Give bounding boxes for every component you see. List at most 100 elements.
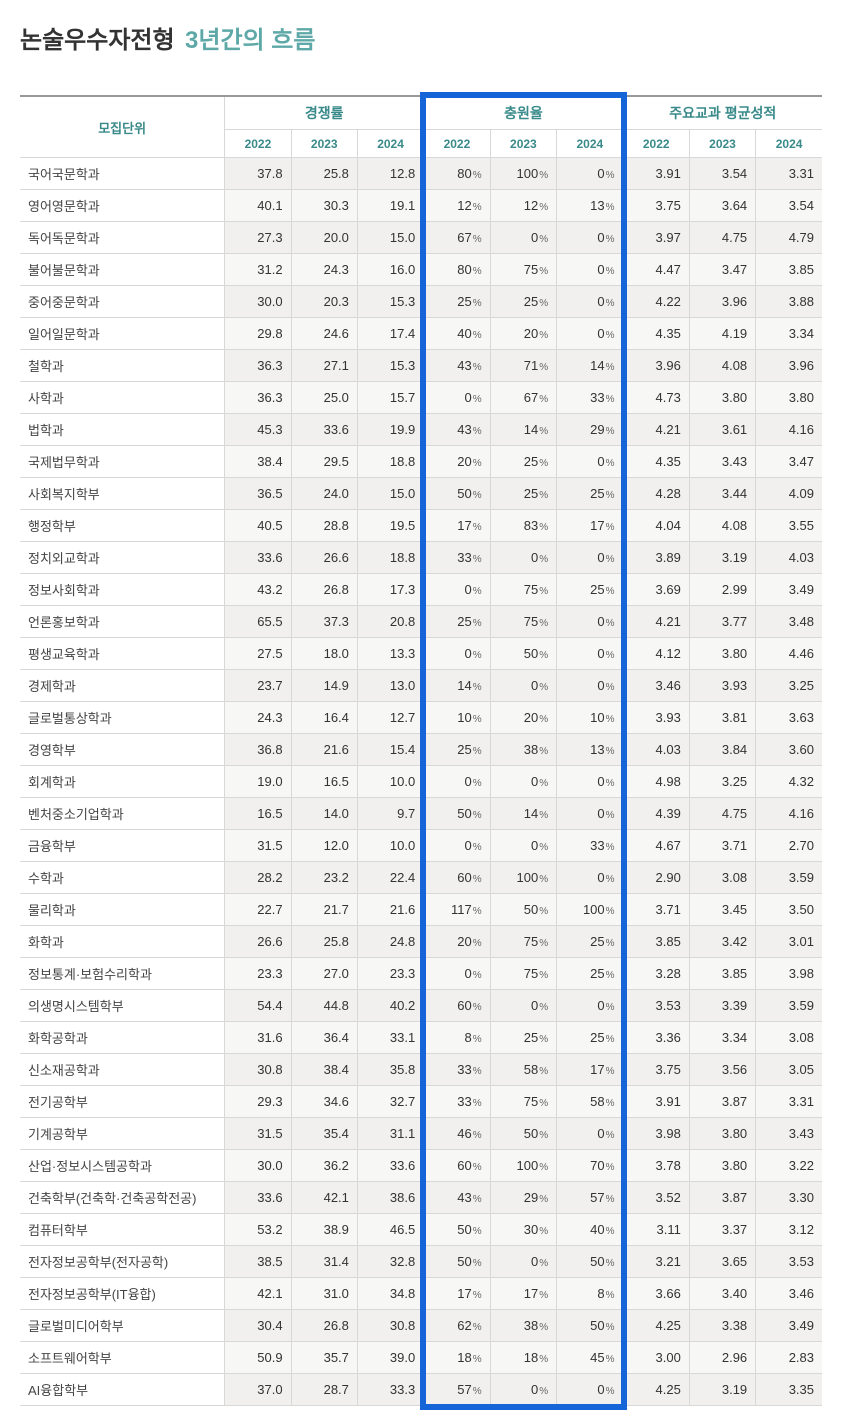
cell-fillrate: 58%	[490, 1054, 556, 1086]
cell-score: 3.40	[689, 1278, 755, 1310]
cell-competition: 25.8	[291, 926, 357, 958]
header-fill-2024: 2024	[557, 130, 623, 158]
cell-score: 3.87	[689, 1182, 755, 1214]
cell-fillrate: 25%	[490, 446, 556, 478]
cell-competition: 10.0	[357, 766, 423, 798]
cell-competition: 16.5	[225, 798, 291, 830]
cell-competition: 42.1	[225, 1278, 291, 1310]
cell-fillrate: 0%	[424, 638, 490, 670]
cell-score: 4.32	[756, 766, 822, 798]
cell-competition: 29.3	[225, 1086, 291, 1118]
cell-competition: 30.4	[225, 1310, 291, 1342]
cell-fillrate: 0%	[490, 766, 556, 798]
cell-fillrate: 80%	[424, 254, 490, 286]
cell-competition: 25.0	[291, 382, 357, 414]
cell-score: 3.34	[756, 318, 822, 350]
cell-score: 2.99	[689, 574, 755, 606]
cell-score: 3.71	[689, 830, 755, 862]
cell-score: 3.47	[689, 254, 755, 286]
table-row: 철학과36.327.115.343%71%14%3.964.083.96	[20, 350, 822, 382]
cell-score: 3.96	[623, 350, 689, 382]
cell-dept: 언론홍보학과	[20, 606, 225, 638]
cell-competition: 24.3	[225, 702, 291, 734]
cell-score: 3.43	[689, 446, 755, 478]
cell-dept: 회계학과	[20, 766, 225, 798]
table-row: 행정학부40.528.819.517%83%17%4.044.083.55	[20, 510, 822, 542]
cell-competition: 13.0	[357, 670, 423, 702]
cell-fillrate: 50%	[424, 798, 490, 830]
cell-fillrate: 43%	[424, 414, 490, 446]
table-row: 전자정보공학부(IT융합)42.131.034.817%17%8%3.663.4…	[20, 1278, 822, 1310]
cell-competition: 23.2	[291, 862, 357, 894]
cell-score: 3.35	[756, 1374, 822, 1406]
table-row: 글로벌미디어학부30.426.830.862%38%50%4.253.383.4…	[20, 1310, 822, 1342]
table-row: 회계학과19.016.510.00%0%0%4.983.254.32	[20, 766, 822, 798]
cell-dept: 전자정보공학부(전자공학)	[20, 1246, 225, 1278]
cell-score: 3.50	[756, 894, 822, 926]
cell-competition: 26.8	[291, 574, 357, 606]
table-row: 화학과26.625.824.820%75%25%3.853.423.01	[20, 926, 822, 958]
cell-competition: 24.6	[291, 318, 357, 350]
header-dept: 모집단위	[20, 96, 225, 158]
cell-fillrate: 20%	[424, 926, 490, 958]
cell-fillrate: 75%	[490, 926, 556, 958]
table-row: 글로벌통상학과24.316.412.710%20%10%3.933.813.63	[20, 702, 822, 734]
cell-fillrate: 33%	[424, 1086, 490, 1118]
cell-competition: 19.5	[357, 510, 423, 542]
cell-fillrate: 25%	[490, 1022, 556, 1054]
cell-fillrate: 50%	[490, 1118, 556, 1150]
cell-competition: 17.3	[357, 574, 423, 606]
cell-fillrate: 0%	[424, 958, 490, 990]
cell-fillrate: 75%	[490, 254, 556, 286]
cell-competition: 26.6	[291, 542, 357, 574]
cell-score: 3.80	[689, 638, 755, 670]
cell-fillrate: 100%	[557, 894, 623, 926]
cell-fillrate: 117%	[424, 894, 490, 926]
header-competition: 경쟁률	[225, 96, 424, 130]
cell-score: 3.63	[756, 702, 822, 734]
cell-dept: 기계공학부	[20, 1118, 225, 1150]
cell-competition: 12.8	[357, 158, 423, 190]
cell-score: 3.36	[623, 1022, 689, 1054]
cell-score: 2.70	[756, 830, 822, 862]
cell-competition: 40.1	[225, 190, 291, 222]
cell-fillrate: 0%	[557, 318, 623, 350]
cell-score: 4.79	[756, 222, 822, 254]
cell-fillrate: 50%	[424, 1214, 490, 1246]
cell-competition: 12.0	[291, 830, 357, 862]
cell-score: 3.42	[689, 926, 755, 958]
cell-competition: 19.1	[357, 190, 423, 222]
cell-fillrate: 10%	[424, 702, 490, 734]
cell-score: 3.54	[756, 190, 822, 222]
cell-competition: 36.4	[291, 1022, 357, 1054]
cell-fillrate: 50%	[490, 638, 556, 670]
cell-dept: 평생교육학과	[20, 638, 225, 670]
table-wrapper: 모집단위 경쟁률 충원율 주요교과 평균성적 2022 2023 2024 20…	[20, 95, 822, 1406]
table-row: 산업·정보시스템공학과30.036.233.660%100%70%3.783.8…	[20, 1150, 822, 1182]
cell-competition: 33.6	[225, 1182, 291, 1214]
data-table: 모집단위 경쟁률 충원율 주요교과 평균성적 2022 2023 2024 20…	[20, 95, 822, 1406]
cell-competition: 21.6	[357, 894, 423, 926]
cell-score: 3.89	[623, 542, 689, 574]
cell-fillrate: 60%	[424, 862, 490, 894]
cell-dept: 전자정보공학부(IT융합)	[20, 1278, 225, 1310]
cell-score: 3.85	[756, 254, 822, 286]
cell-competition: 30.8	[225, 1054, 291, 1086]
cell-score: 3.08	[756, 1022, 822, 1054]
cell-competition: 31.4	[291, 1246, 357, 1278]
cell-score: 3.52	[623, 1182, 689, 1214]
cell-fillrate: 62%	[424, 1310, 490, 1342]
cell-fillrate: 100%	[490, 1150, 556, 1182]
cell-score: 3.11	[623, 1214, 689, 1246]
cell-fillrate: 20%	[490, 702, 556, 734]
cell-score: 4.19	[689, 318, 755, 350]
table-row: 불어불문학과31.224.316.080%75%0%4.473.473.85	[20, 254, 822, 286]
cell-competition: 46.5	[357, 1214, 423, 1246]
cell-score: 3.46	[623, 670, 689, 702]
cell-dept: 신소재공학과	[20, 1054, 225, 1086]
cell-score: 3.77	[689, 606, 755, 638]
cell-competition: 30.3	[291, 190, 357, 222]
cell-fillrate: 40%	[424, 318, 490, 350]
cell-fillrate: 0%	[490, 222, 556, 254]
cell-competition: 32.7	[357, 1086, 423, 1118]
